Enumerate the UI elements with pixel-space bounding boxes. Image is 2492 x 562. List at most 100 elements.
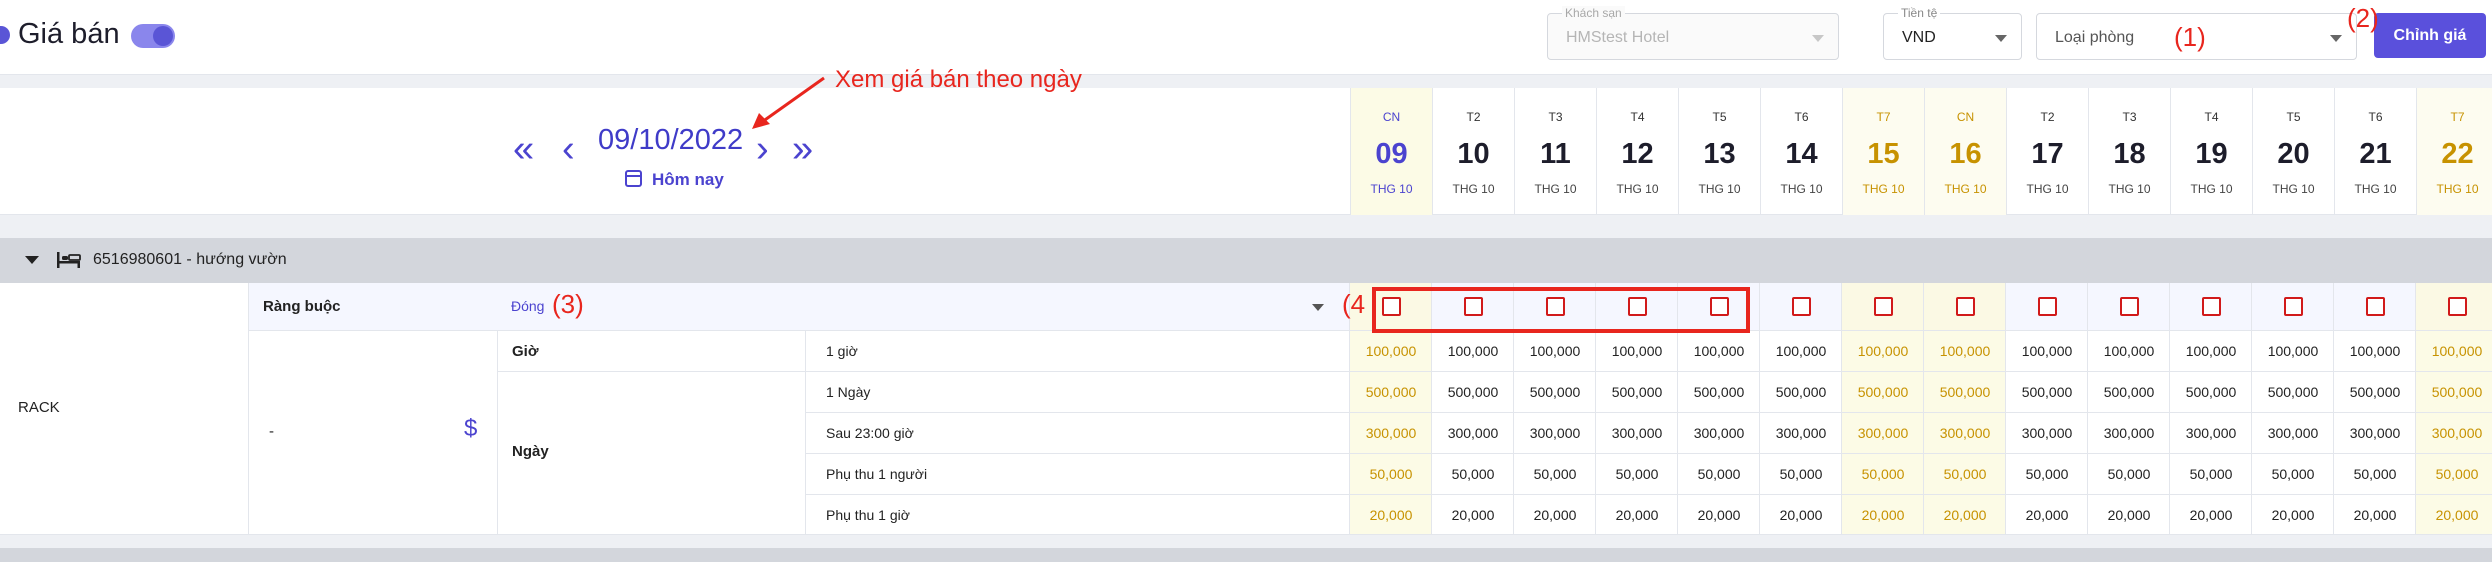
date-column[interactable]: T5 20 THG 10: [2252, 88, 2334, 215]
price-cell[interactable]: 20,000: [2170, 495, 2252, 535]
price-cell[interactable]: 20,000: [2252, 495, 2334, 535]
price-cell[interactable]: 100,000: [2416, 331, 2492, 372]
price-cell[interactable]: 300,000: [2416, 413, 2492, 454]
price-cell[interactable]: 300,000: [1432, 413, 1514, 454]
price-cell[interactable]: 300,000: [1350, 413, 1432, 454]
date-column[interactable]: T6 14 THG 10: [1760, 88, 1842, 215]
date-column[interactable]: T3 18 THG 10: [2088, 88, 2170, 215]
price-cell[interactable]: 50,000: [1514, 454, 1596, 495]
price-cell[interactable]: 50,000: [2334, 454, 2416, 495]
price-cell[interactable]: 500,000: [2252, 372, 2334, 413]
price-cell[interactable]: 300,000: [2170, 413, 2252, 454]
price-cell[interactable]: 300,000: [2252, 413, 2334, 454]
price-cell[interactable]: 300,000: [1760, 413, 1842, 454]
price-cell[interactable]: 20,000: [1924, 495, 2006, 535]
date-column[interactable]: CN 16 THG 10: [1924, 88, 2006, 215]
date-column[interactable]: T2 10 THG 10: [1432, 88, 1514, 215]
restriction-checkbox[interactable]: [2120, 297, 2139, 316]
date-column[interactable]: T7 15 THG 10: [1842, 88, 1924, 215]
dollar-icon[interactable]: $: [464, 415, 477, 443]
chevron-right-icon[interactable]: ›: [756, 130, 769, 168]
price-cell[interactable]: 300,000: [1842, 413, 1924, 454]
price-cell[interactable]: 100,000: [2006, 331, 2088, 372]
chevron-left-icon[interactable]: ‹: [562, 130, 575, 168]
price-cell[interactable]: 50,000: [1350, 454, 1432, 495]
date-column[interactable]: T5 13 THG 10: [1678, 88, 1760, 215]
price-cell[interactable]: 500,000: [1924, 372, 2006, 413]
hotel-select[interactable]: Khách sạn HMStest Hotel: [1547, 6, 1839, 60]
price-cell[interactable]: 50,000: [2006, 454, 2088, 495]
restriction-checkbox[interactable]: [1874, 297, 1893, 316]
price-cell[interactable]: 20,000: [2006, 495, 2088, 535]
price-cell[interactable]: 300,000: [2334, 413, 2416, 454]
double-chevron-right-icon[interactable]: »: [792, 130, 813, 168]
price-cell[interactable]: 500,000: [2416, 372, 2492, 413]
price-cell[interactable]: 100,000: [2334, 331, 2416, 372]
date-column[interactable]: T3 11 THG 10: [1514, 88, 1596, 215]
price-cell[interactable]: 50,000: [1678, 454, 1760, 495]
price-cell[interactable]: 50,000: [1760, 454, 1842, 495]
restriction-checkbox[interactable]: [1956, 297, 1975, 316]
price-toggle[interactable]: [131, 24, 175, 48]
price-cell[interactable]: 20,000: [1514, 495, 1596, 535]
date-column[interactable]: T4 19 THG 10: [2170, 88, 2252, 215]
price-cell[interactable]: 20,000: [1596, 495, 1678, 535]
restriction-select[interactable]: Đóng: [497, 283, 1350, 331]
price-cell[interactable]: 500,000: [2170, 372, 2252, 413]
restriction-checkbox[interactable]: [2366, 297, 2385, 316]
current-date[interactable]: 09/10/2022: [598, 124, 743, 157]
back-icon[interactable]: [0, 26, 10, 44]
price-cell[interactable]: 500,000: [1760, 372, 1842, 413]
price-cell[interactable]: 300,000: [1678, 413, 1760, 454]
price-cell[interactable]: 500,000: [1678, 372, 1760, 413]
price-cell[interactable]: 100,000: [1842, 331, 1924, 372]
price-cell[interactable]: 50,000: [2416, 454, 2492, 495]
price-cell[interactable]: 300,000: [1514, 413, 1596, 454]
price-cell[interactable]: 20,000: [1350, 495, 1432, 535]
price-cell[interactable]: 20,000: [2334, 495, 2416, 535]
price-cell[interactable]: 500,000: [2334, 372, 2416, 413]
price-cell[interactable]: 50,000: [1842, 454, 1924, 495]
price-cell[interactable]: 500,000: [1432, 372, 1514, 413]
price-cell[interactable]: 300,000: [2088, 413, 2170, 454]
collapse-triangle-icon[interactable]: [25, 256, 39, 264]
price-cell[interactable]: 20,000: [1432, 495, 1514, 535]
price-cell[interactable]: 20,000: [2416, 495, 2492, 535]
price-cell[interactable]: 50,000: [2170, 454, 2252, 495]
date-column[interactable]: T6 21 THG 10: [2334, 88, 2416, 215]
price-cell[interactable]: 20,000: [2088, 495, 2170, 535]
price-cell[interactable]: 100,000: [1432, 331, 1514, 372]
price-cell[interactable]: 50,000: [1596, 454, 1678, 495]
price-cell[interactable]: 300,000: [2006, 413, 2088, 454]
price-cell[interactable]: 50,000: [1924, 454, 2006, 495]
price-cell[interactable]: 500,000: [1842, 372, 1924, 413]
price-cell[interactable]: 100,000: [1514, 331, 1596, 372]
price-cell[interactable]: 100,000: [1760, 331, 1842, 372]
price-cell[interactable]: 100,000: [1596, 331, 1678, 372]
price-cell[interactable]: 500,000: [1596, 372, 1678, 413]
price-cell[interactable]: 50,000: [1432, 454, 1514, 495]
price-cell[interactable]: 50,000: [2252, 454, 2334, 495]
price-cell[interactable]: 100,000: [2170, 331, 2252, 372]
price-cell[interactable]: 100,000: [1924, 331, 2006, 372]
price-cell[interactable]: 500,000: [2006, 372, 2088, 413]
price-cell[interactable]: 20,000: [1678, 495, 1760, 535]
price-cell[interactable]: 100,000: [2252, 331, 2334, 372]
currency-select[interactable]: Tiền tệ VND: [1883, 6, 2022, 60]
restriction-checkbox[interactable]: [2284, 297, 2303, 316]
price-cell[interactable]: 100,000: [1678, 331, 1760, 372]
price-cell[interactable]: 100,000: [1350, 331, 1432, 372]
date-column[interactable]: CN 09 THG 10: [1350, 88, 1432, 215]
date-column[interactable]: T7 22 THG 10: [2416, 88, 2492, 215]
room-group-header[interactable]: 6516980601 - hướng vườn: [0, 238, 2492, 283]
restriction-checkbox[interactable]: [2038, 297, 2057, 316]
restriction-checkbox[interactable]: [2448, 297, 2467, 316]
price-cell[interactable]: 300,000: [1596, 413, 1678, 454]
price-cell[interactable]: 500,000: [1350, 372, 1432, 413]
price-cell[interactable]: 50,000: [2088, 454, 2170, 495]
date-column[interactable]: T4 12 THG 10: [1596, 88, 1678, 215]
date-column[interactable]: T2 17 THG 10: [2006, 88, 2088, 215]
price-cell[interactable]: 100,000: [2088, 331, 2170, 372]
today-link[interactable]: Hôm nay: [652, 170, 724, 190]
price-cell[interactable]: 20,000: [1842, 495, 1924, 535]
